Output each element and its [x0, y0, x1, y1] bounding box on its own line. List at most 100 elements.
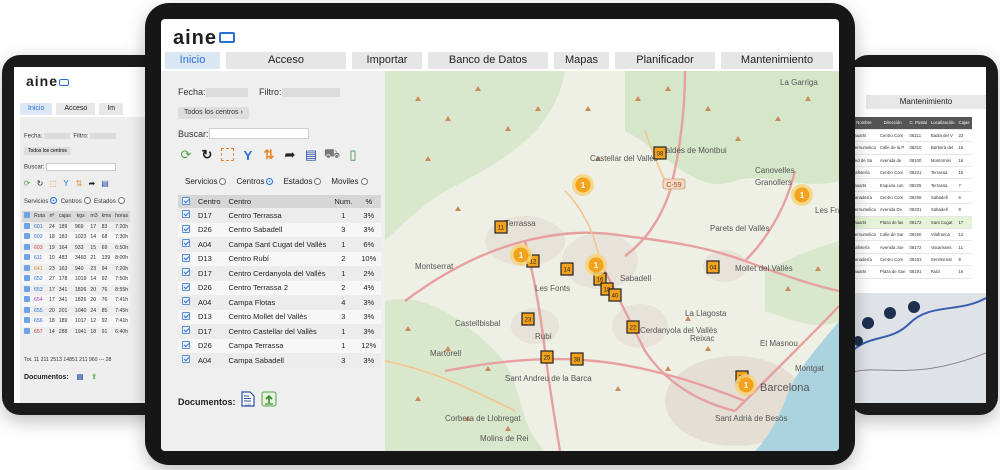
row-checkbox[interactable] [178, 295, 194, 310]
left-fecha-field[interactable] [44, 133, 71, 139]
left-tab-importar[interactable]: Im [99, 103, 124, 115]
right-tab-mantenimiento[interactable]: Mantenimiento [866, 95, 986, 109]
row-checkbox[interactable] [22, 253, 32, 264]
route-stop-marker[interactable]: 08 [653, 146, 667, 160]
tab-importar[interactable]: Importar [352, 52, 422, 69]
right-customer-row[interactable]: Bed de Sa Avenida de 08100 Montornès 16 [850, 154, 972, 168]
row-checkbox[interactable] [22, 327, 32, 338]
route-stop-marker[interactable]: 25 [540, 350, 554, 364]
document-icon[interactable]: ▤ [303, 147, 319, 163]
left-route-row[interactable]: 652 27 178 1019 14 92 7:50h [22, 274, 131, 285]
left-route-row[interactable]: 654 17 341 1826 20 76 7:41h [22, 295, 131, 306]
left-route-row[interactable]: 657 14 288 1941 18 91 6:40h [22, 327, 130, 338]
row-checkbox[interactable] [22, 274, 32, 285]
left-route-row[interactable]: 656 18 189 1017 12 92 7:41h [22, 316, 131, 327]
left-filtro-field[interactable] [90, 133, 117, 139]
left-route-row[interactable]: 655 20 201 1040 24 85 7:45h [22, 306, 130, 317]
left-centros-button[interactable]: Todos los centros [24, 147, 71, 155]
row-checkbox[interactable] [178, 338, 194, 353]
select-all-checkbox[interactable] [178, 195, 194, 208]
select-area-icon[interactable] [221, 148, 234, 161]
todos-los-centros-button[interactable]: Todos los centros › [178, 107, 249, 119]
select-area-icon[interactable]: ⬚ [48, 179, 58, 189]
route-stop-marker[interactable]: 23 [521, 312, 535, 326]
radio-centros[interactable]: Centros [236, 177, 274, 186]
route-stop-marker[interactable]: 22 [626, 320, 640, 334]
csv-file-icon[interactable]: ▤ [77, 374, 84, 381]
refresh-icon[interactable]: ⟳ [178, 147, 194, 163]
row-checkbox[interactable] [178, 324, 194, 339]
tab-planificador[interactable]: Planificador [615, 52, 715, 69]
marker-cluster[interactable]: 1 [510, 244, 532, 266]
row-checkbox[interactable] [22, 306, 32, 317]
radio-off-icon[interactable] [117, 197, 125, 204]
right-customer-row[interactable]: Lauarts Esquina con 08225 Terrassa 7 [850, 178, 972, 192]
row-checkbox[interactable] [22, 264, 32, 275]
row-checkbox[interactable] [178, 353, 194, 368]
row-checkbox[interactable] [178, 280, 194, 295]
centro-row[interactable]: D13 Centro Rubí 2 10% [178, 251, 382, 266]
centro-row[interactable]: A04 Campa Sant Cugat del Vallès 1 6% [178, 237, 382, 252]
left-route-row[interactable]: 602 18 183 1023 14 68 7:30h [22, 232, 131, 243]
centro-row[interactable]: D26 Centro Sabadell 3 3% [178, 222, 382, 237]
tab-mantenimiento[interactable]: Mantenimiento [721, 52, 833, 69]
centro-row[interactable]: A04 Campa Flotas 4 3% [178, 295, 382, 310]
marker-cluster[interactable]: 1 [791, 184, 813, 206]
marker-cluster[interactable]: 1 [735, 374, 757, 396]
route-stop-marker[interactable]: 38 [570, 352, 584, 366]
right-customer-row[interactable]: Lauarts Plaza de San 08191 Rubí 16 [850, 265, 972, 279]
right-customer-row[interactable]: Panadería Centro Com 08181 Sentmenat 9 [850, 253, 972, 267]
right-customer-row[interactable]: Lauarts Centro Com 08211 Badia del V 22 [850, 129, 972, 143]
centro-row[interactable]: D13 Centro Mollet del Vallès 3 3% [178, 309, 382, 324]
row-checkbox[interactable] [22, 285, 32, 296]
row-checkbox[interactable] [22, 243, 32, 254]
route-icon[interactable]: Y [61, 179, 71, 189]
forward-icon[interactable]: ➦ [282, 147, 298, 163]
row-checkbox[interactable] [22, 316, 32, 327]
row-checkbox[interactable] [178, 237, 194, 252]
row-checkbox[interactable] [178, 251, 194, 266]
marker-cluster[interactable]: 1 [572, 174, 594, 196]
right-customer-row[interactable]: Cafetería Centro Com 08221 Terrassa 15 [850, 166, 972, 180]
right-customer-row[interactable]: Pernumelica Calle de la P 08210 Barberà del… [850, 141, 972, 155]
map-view[interactable]: C-59 La Garriga Castellar del Vallès Calde… [385, 71, 839, 451]
left-route-row[interactable]: 653 17 341 1826 20 76 8:55h [22, 285, 130, 296]
route-stop-marker[interactable]: 14 [560, 262, 574, 276]
centro-row[interactable]: D26 Centro Terrassa 2 2 4% [178, 280, 382, 295]
upload-icon[interactable] [261, 391, 277, 407]
centro-row[interactable]: D17 Centro Terrassa 1 3% [178, 208, 382, 223]
merge-icon[interactable]: ⇅ [261, 147, 277, 163]
left-route-row[interactable]: 611 10 483 3460 21 139 8:00h [22, 253, 131, 264]
radio-off-icon[interactable] [314, 178, 322, 185]
search-input[interactable] [209, 128, 309, 139]
radio-on-icon[interactable] [266, 178, 274, 185]
upload-icon[interactable]: ⇪ [91, 374, 97, 381]
left-radio-estados[interactable]: Estados [94, 199, 116, 205]
left-tab-acceso[interactable]: Acceso [56, 103, 96, 115]
reload-icon[interactable]: ↻ [35, 179, 45, 189]
right-customer-row[interactable]: Pernumelica Avenida De 08201 Sabadell 9 [850, 203, 972, 217]
route-stop-marker[interactable]: 40 [608, 288, 622, 302]
route-stop-marker[interactable]: 11 [494, 220, 508, 234]
header-checkbox[interactable] [22, 211, 32, 222]
row-checkbox[interactable] [178, 309, 194, 324]
centro-row[interactable]: D26 Campa Terrassa 1 12% [178, 338, 382, 353]
route-split-icon[interactable]: Y [240, 147, 256, 163]
centro-row[interactable]: A04 Campa Sabadell 3 3% [178, 353, 382, 368]
merge-icon[interactable]: ⇅ [74, 179, 84, 189]
document-icon[interactable]: ▤ [100, 179, 110, 189]
right-map-preview[interactable] [850, 293, 986, 403]
fecha-field[interactable] [206, 88, 248, 97]
map-canvas[interactable]: C-59 La Garriga Castellar del VallèsCalde… [385, 71, 839, 451]
filtro-field[interactable] [282, 88, 340, 97]
radio-servicios[interactable]: Servicios [185, 177, 227, 186]
route-stop-marker[interactable]: 04 [706, 260, 720, 274]
left-radio-servicios[interactable]: Servicios [24, 199, 48, 205]
tab-inicio[interactable]: Inicio [165, 52, 220, 69]
right-customer-row[interactable]: Panadería Centro Com 08206 Sabadell 6 [850, 191, 972, 205]
left-tab-inicio[interactable]: Inicio [20, 103, 53, 115]
radio-on-icon[interactable] [50, 197, 58, 204]
row-checkbox[interactable] [178, 222, 194, 237]
csv-file-icon[interactable]: CSV [241, 391, 255, 407]
reload-icon[interactable]: ↻ [199, 147, 215, 163]
